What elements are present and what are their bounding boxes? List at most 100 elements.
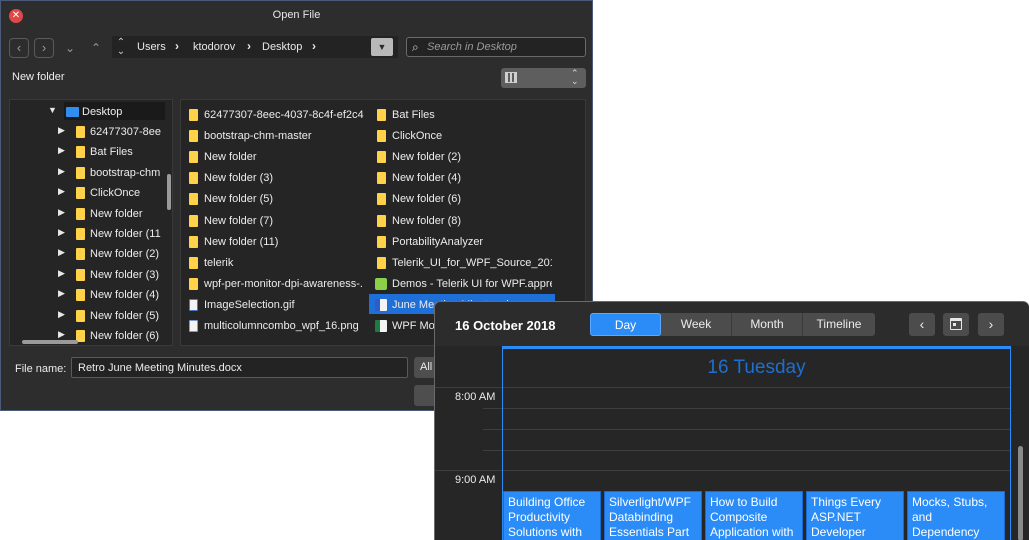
breadcrumb-desktop[interactable]: Desktop xyxy=(262,41,302,53)
folder-tree[interactable]: ▼ Desktop ▶ 62477307-8ee ▶ Bat Files ▶ bootst… xyxy=(9,99,173,346)
collapsed-arrow-icon[interactable]: ▶ xyxy=(58,186,65,197)
folder-item[interactable]: bootstrap-chm-master xyxy=(181,125,367,145)
tree-item-label: New folder (3) xyxy=(90,268,160,281)
collapsed-arrow-icon[interactable]: ▶ xyxy=(58,309,65,320)
tab-week[interactable]: Week xyxy=(661,313,732,336)
file-item[interactable]: multicolumncombo_wpf_16.png xyxy=(181,315,367,335)
folder-icon xyxy=(76,146,85,159)
file-item-label: PortabilityAnalyzer xyxy=(392,235,484,248)
folder-item[interactable]: New folder (6) xyxy=(369,188,555,208)
folder-item[interactable]: New folder (8) xyxy=(369,210,555,230)
tree-item-label: New folder (5) xyxy=(90,309,160,322)
next-button[interactable]: › xyxy=(978,313,1004,336)
folder-item[interactable]: PortabilityAnalyzer xyxy=(369,231,555,251)
appointment[interactable]: How to Build Composite Application with xyxy=(705,491,803,540)
breadcrumb-ktodorov[interactable]: ktodorov xyxy=(193,41,235,53)
tab-day[interactable]: Day xyxy=(590,313,661,336)
up-folder-button[interactable]: ⌃ xyxy=(86,38,106,58)
appointment[interactable]: Things Every ASP.NET Developer xyxy=(806,491,904,540)
breadcrumb-separator: › xyxy=(175,39,179,53)
collapsed-arrow-icon[interactable]: ▶ xyxy=(58,207,65,218)
tree-item-label: New folder (4) xyxy=(90,289,160,302)
collapsed-arrow-icon[interactable]: ▶ xyxy=(58,166,65,177)
folder-item[interactable]: ClickOnce xyxy=(369,125,555,145)
folder-item[interactable]: New folder (2) xyxy=(369,146,555,166)
file-item[interactable]: ImageSelection.gif xyxy=(181,294,367,314)
folder-icon xyxy=(189,193,198,206)
new-folder-button[interactable]: New folder xyxy=(12,71,65,83)
folder-item[interactable]: wpf-per-monitor-dpi-awareness-... xyxy=(181,273,367,293)
appointment[interactable]: Silverlight/WPF Databinding Essentials P… xyxy=(604,491,702,540)
breadcrumb-dropdown-button[interactable]: ▼ xyxy=(371,38,393,56)
tree-vertical-scrollbar[interactable] xyxy=(167,174,171,210)
search-input[interactable]: ⌕ Search in Desktop xyxy=(406,37,586,57)
search-placeholder: Search in Desktop xyxy=(427,41,517,53)
folder-icon xyxy=(76,166,85,179)
tree-item[interactable]: ▶ New folder xyxy=(10,203,170,223)
file-name-input[interactable] xyxy=(71,357,408,378)
tab-timeline[interactable]: Timeline xyxy=(803,313,875,336)
tree-item[interactable]: ▶ New folder (11 xyxy=(10,223,170,243)
folder-item[interactable]: telerik xyxy=(181,252,367,272)
folder-item[interactable]: Telerik_UI_for_WPF_Source_201... xyxy=(369,252,555,272)
collapsed-arrow-icon[interactable]: ▶ xyxy=(58,227,65,238)
file-item[interactable]: Demos - Telerik UI for WPF.appre... xyxy=(369,273,555,293)
collapsed-arrow-icon[interactable]: ▶ xyxy=(58,247,65,258)
file-item-label: wpf-per-monitor-dpi-awareness-... xyxy=(204,277,364,290)
up-down-icon: ⌃ ⌄ xyxy=(571,68,579,86)
tree-item-label: 62477307-8ee xyxy=(90,126,161,138)
tree-item-label: New folder (2) xyxy=(90,248,160,261)
collapsed-arrow-icon[interactable]: ▶ xyxy=(58,125,65,136)
scheduler-vertical-scrollbar[interactable] xyxy=(1018,446,1023,540)
tab-month[interactable]: Month xyxy=(732,313,803,336)
day-header[interactable]: 16 Tuesday xyxy=(503,357,1010,379)
folder-item[interactable]: Bat Files xyxy=(369,104,555,124)
appointment[interactable]: Building Office Productivity Solutions w… xyxy=(503,491,601,540)
time-ruler: 8:00 AM 9:00 AM xyxy=(435,346,502,540)
folder-item[interactable]: New folder (11) xyxy=(181,231,367,251)
folder-icon xyxy=(189,277,198,290)
collapsed-arrow-icon[interactable]: ▶ xyxy=(58,268,65,279)
previous-button[interactable]: ‹ xyxy=(909,313,935,336)
tree-item-desktop[interactable]: ▼ Desktop xyxy=(10,101,170,121)
expanded-arrow-icon[interactable]: ▼ xyxy=(48,105,57,115)
folder-icon xyxy=(189,214,198,227)
folder-item[interactable]: New folder xyxy=(181,146,367,166)
folder-item[interactable]: New folder (5) xyxy=(181,188,367,208)
folder-item[interactable]: 62477307-8eec-4037-8c4f-ef2c4... xyxy=(181,104,367,124)
view-mode-select[interactable]: ⌃ ⌄ xyxy=(501,68,586,88)
tree-item[interactable]: ▶ bootstrap-chm xyxy=(10,162,170,182)
dialog-toolbar: New folder ⌃ ⌄ xyxy=(1,65,592,91)
file-item-label: New folder (3) xyxy=(204,172,274,185)
file-item-label: New folder (11) xyxy=(204,235,279,248)
forward-button[interactable]: › xyxy=(34,38,54,58)
collapsed-arrow-icon[interactable]: ▶ xyxy=(58,288,65,299)
tree-item[interactable]: ▶ New folder (4) xyxy=(10,284,170,304)
tree-item[interactable]: ▶ Bat Files xyxy=(10,141,170,161)
folder-icon xyxy=(76,207,85,220)
xl-file-icon xyxy=(375,320,387,332)
tree-item[interactable]: ▶ New folder (2) xyxy=(10,243,170,263)
appointment[interactable]: Mocks, Stubs, and Dependency Injection, … xyxy=(907,491,1005,540)
calendar-icon xyxy=(950,318,962,330)
breadcrumb-users[interactable]: Users xyxy=(137,41,166,53)
tree-item[interactable]: ▶ New folder (3) xyxy=(10,264,170,284)
tree-item[interactable]: ▶ New folder (5) xyxy=(10,305,170,325)
tree-item[interactable]: ▶ 62477307-8ee xyxy=(10,121,170,141)
tree-horizontal-scrollbar[interactable] xyxy=(22,340,78,344)
tree-item-label: New folder (6) xyxy=(90,330,160,342)
breadcrumb: ⌃ ⌄ Users › ktodorov › Desktop › ▼ xyxy=(112,36,398,58)
breadcrumb-separator: › xyxy=(247,39,251,53)
sort-icon[interactable]: ⌃ ⌄ xyxy=(116,38,126,57)
folder-item[interactable]: New folder (3) xyxy=(181,167,367,187)
calendar-button[interactable] xyxy=(943,313,969,336)
collapsed-arrow-icon[interactable]: ▶ xyxy=(58,145,65,156)
scheduler: 16 October 2018 Day Week Month Timeline … xyxy=(434,301,1029,540)
tree-item[interactable]: ▶ ClickOnce xyxy=(10,182,170,202)
collapsed-arrow-icon[interactable]: ▶ xyxy=(58,329,65,340)
folder-icon xyxy=(377,109,386,121)
folder-item[interactable]: New folder (7) xyxy=(181,210,367,230)
folder-item[interactable]: New folder (4) xyxy=(369,167,555,187)
back-button[interactable]: ‹ xyxy=(9,38,29,58)
chevron-down-icon[interactable]: ⌄ xyxy=(60,38,80,58)
